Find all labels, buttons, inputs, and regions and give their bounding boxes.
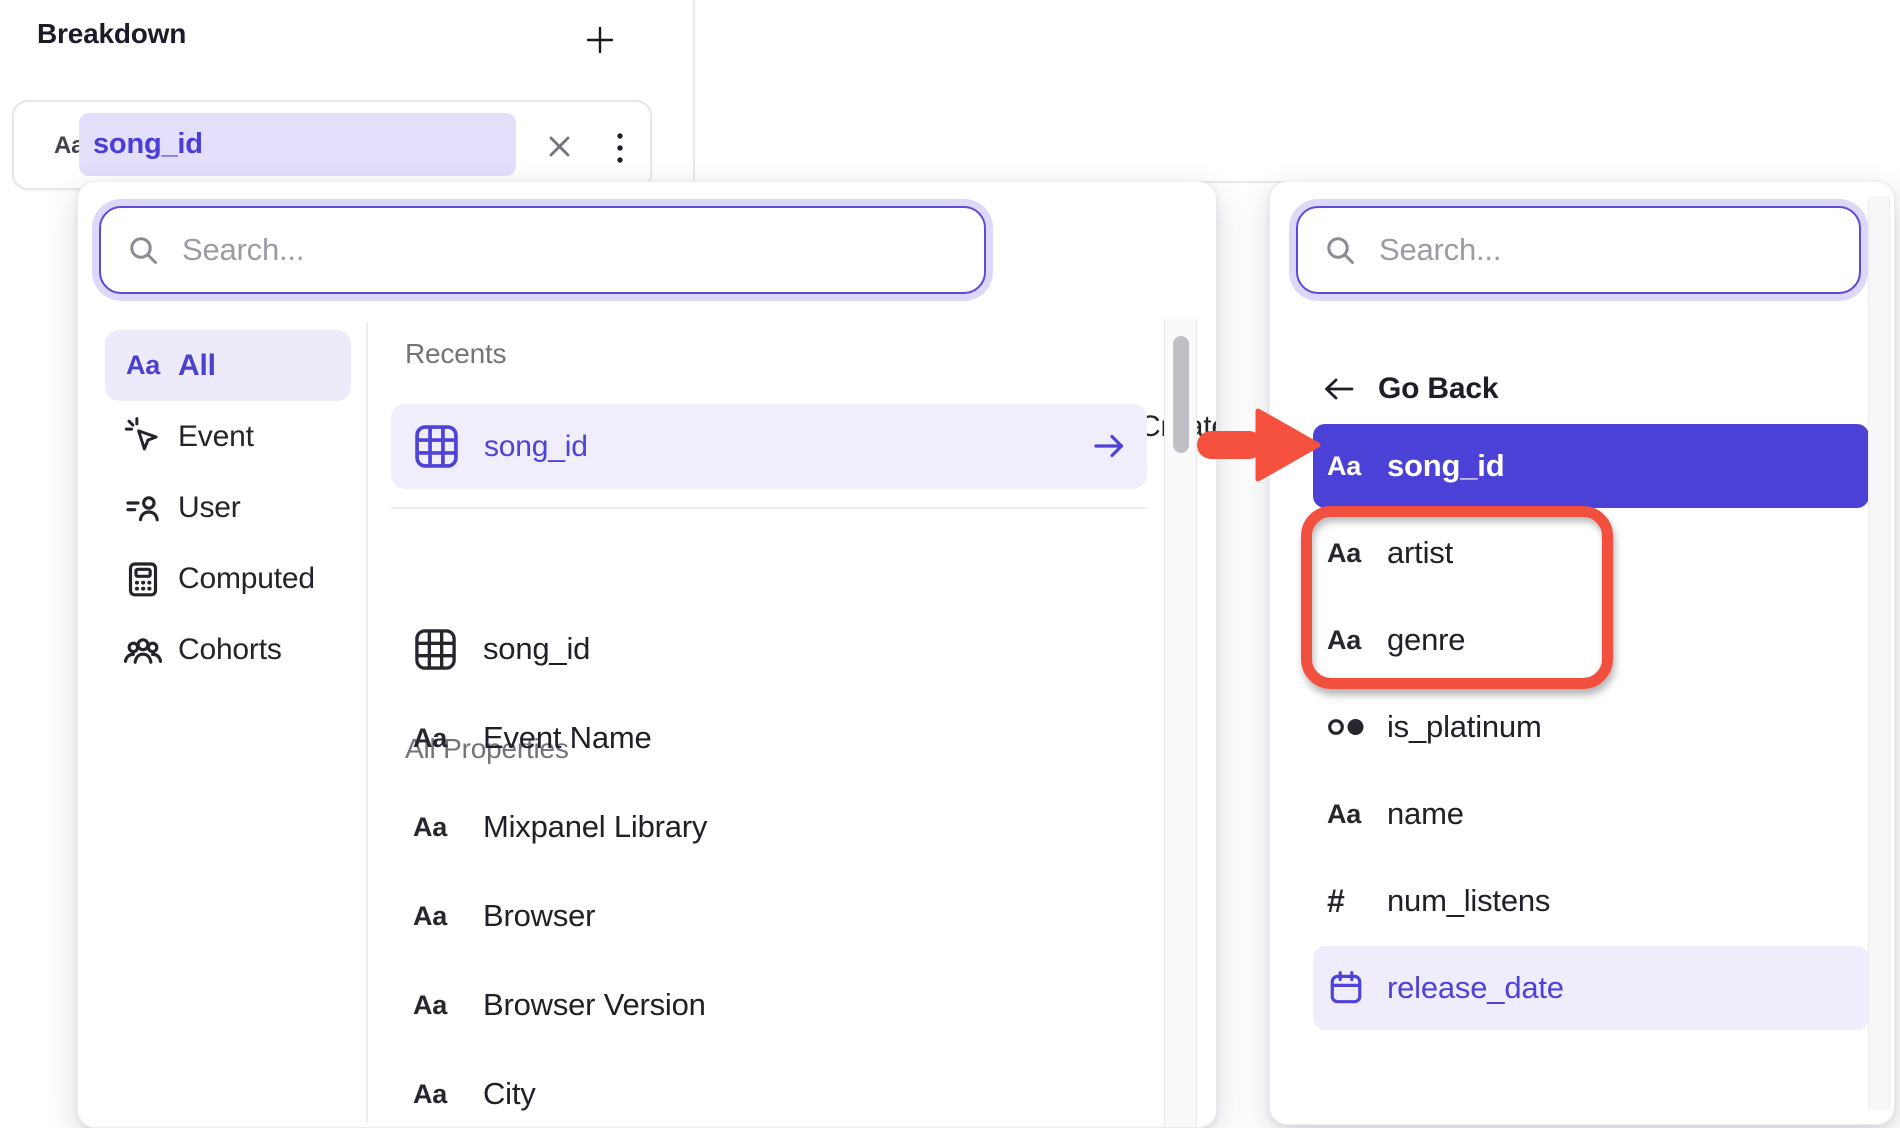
text-type-icon: Aa: [413, 901, 447, 932]
property-row-label: song_id: [483, 631, 590, 667]
sidebar-item-label: All: [178, 349, 216, 383]
property-row-label: Event Name: [483, 720, 652, 756]
property-row-song-id[interactable]: song_id: [391, 605, 1147, 693]
scrollbar-track[interactable]: [1868, 196, 1890, 1110]
breakdown-chip-card: Aa song_id: [12, 100, 652, 190]
sidebar-item-all[interactable]: Aa All: [105, 330, 351, 401]
search-icon: [1326, 236, 1355, 265]
subproperty-row-num-listens[interactable]: # num_listens: [1313, 859, 1869, 943]
calendar-icon: [1327, 969, 1375, 1007]
number-hash-icon: #: [1327, 883, 1345, 920]
subproperty-row-name[interactable]: Aa name: [1313, 772, 1869, 856]
sidebar-item-label: User: [178, 491, 241, 525]
subproperty-label: num_listens: [1387, 883, 1550, 919]
text-type-icon: Aa: [413, 990, 447, 1021]
sidebar-item-computed[interactable]: Computed: [105, 543, 351, 614]
recent-property-label: song_id: [484, 430, 588, 464]
subproperty-row-release-date[interactable]: release_date: [1313, 946, 1869, 1030]
property-row-label: City: [483, 1076, 536, 1112]
breakdown-chip[interactable]: song_id: [79, 113, 516, 176]
table-grid-icon: [413, 627, 463, 672]
table-grid-icon: [413, 423, 460, 470]
sidebar-item-event[interactable]: Event: [105, 401, 351, 472]
subproperty-label: genre: [1387, 622, 1465, 658]
text-type-icon: Aa: [413, 1079, 447, 1110]
property-values-dropdown: Go Back Aa song_id Aa artist Aa genre is…: [1269, 181, 1895, 1125]
scrollbar-track[interactable]: [1164, 319, 1197, 1127]
scrollbar-thumb[interactable]: [1173, 336, 1189, 453]
kebab-menu-icon[interactable]: [614, 130, 626, 166]
search-input[interactable]: [1377, 231, 1839, 269]
go-back-label: Go Back: [1378, 372, 1498, 406]
breakdown-chip-label: song_id: [93, 128, 203, 161]
go-back-button[interactable]: Go Back: [1322, 372, 1498, 406]
text-type-icon: Aa: [1327, 625, 1361, 656]
add-breakdown-button[interactable]: [584, 24, 616, 56]
text-type-icon: Aa: [1327, 799, 1361, 830]
breakdown-title: Breakdown: [37, 18, 186, 50]
property-row-city[interactable]: Aa City: [391, 1050, 1147, 1128]
property-row-mixpanel-library[interactable]: Aa Mixpanel Library: [391, 783, 1147, 871]
subproperty-row-genre[interactable]: Aa genre: [1313, 598, 1869, 682]
search-box[interactable]: [1296, 206, 1861, 294]
subproperty-label: is_platinum: [1387, 709, 1542, 745]
boolean-toggle-icon: [1327, 714, 1375, 740]
sidebar-item-label: Computed: [178, 562, 315, 596]
sidebar-divider: [366, 322, 368, 1123]
text-type-icon: Aa: [413, 723, 447, 754]
back-arrow-icon: [1322, 374, 1356, 404]
property-row-event-name[interactable]: Aa Event Name: [391, 694, 1147, 782]
subproperty-row-artist[interactable]: Aa artist: [1313, 511, 1869, 595]
sidebar-item-cohorts[interactable]: Cohorts: [105, 614, 351, 685]
user-list-icon: [121, 488, 165, 528]
property-row-browser-version[interactable]: Aa Browser Version: [391, 961, 1147, 1049]
recent-property-song-id[interactable]: song_id: [391, 404, 1147, 489]
sidebar-item-label: Event: [178, 420, 254, 454]
subproperty-row-is-platinum[interactable]: is_platinum: [1313, 685, 1869, 769]
subproperty-label: name: [1387, 796, 1464, 832]
text-type-icon: Aa: [1327, 538, 1361, 569]
search-input[interactable]: [180, 231, 964, 269]
property-row-browser[interactable]: Aa Browser: [391, 872, 1147, 960]
event-cursor-icon: [121, 416, 165, 458]
subproperty-label: song_id: [1387, 448, 1504, 484]
people-group-icon: [121, 629, 165, 671]
property-picker-dropdown: Create Aa All Event U: [77, 181, 1217, 1128]
drill-in-arrow-icon[interactable]: [1092, 430, 1126, 462]
screenshot-canvas: Breakdown Aa song_id Create: [0, 0, 1900, 1128]
search-box[interactable]: [99, 206, 986, 294]
annotation-arrow: [1194, 407, 1322, 483]
property-row-label: Mixpanel Library: [483, 809, 707, 845]
subproperty-label: artist: [1387, 535, 1453, 571]
remove-breakdown-icon[interactable]: [546, 133, 573, 160]
calculator-icon: [121, 559, 165, 599]
subproperty-label: release_date: [1387, 970, 1564, 1006]
sidebar-item-label: Cohorts: [178, 633, 282, 667]
recents-header: Recents: [405, 338, 506, 370]
property-row-label: Browser Version: [483, 987, 706, 1023]
property-row-label: Browser: [483, 898, 595, 934]
section-divider: [391, 507, 1147, 509]
panel-divider-vertical: [693, 0, 695, 182]
search-icon: [129, 236, 158, 265]
text-type-icon: Aa: [1327, 451, 1361, 482]
text-type-icon: Aa: [413, 812, 447, 843]
subproperty-row-song-id[interactable]: Aa song_id: [1313, 424, 1869, 508]
text-type-icon: Aa: [126, 350, 160, 381]
sidebar-item-user[interactable]: User: [105, 472, 351, 543]
